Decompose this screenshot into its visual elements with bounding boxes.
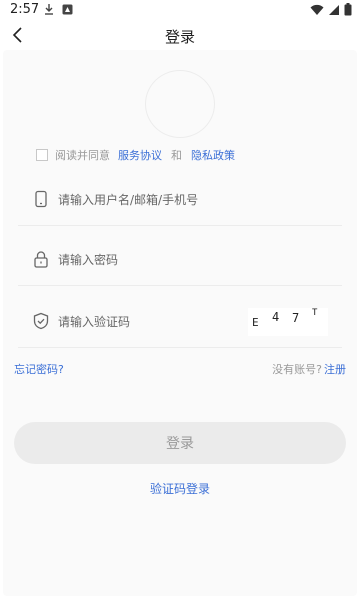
register-link[interactable]: 注册 bbox=[324, 363, 346, 376]
service-agreement-link[interactable]: 服务协议 bbox=[118, 147, 162, 163]
captcha-char: 4 bbox=[272, 310, 280, 324]
username-field bbox=[18, 174, 342, 226]
and-text: 和 bbox=[171, 149, 182, 162]
page-title: 登录 bbox=[164, 28, 195, 46]
status-time: 2:57 bbox=[10, 2, 40, 17]
login-form: 阅读并同意 服务协议 和 隐私政策 E 4 7 T bbox=[3, 50, 357, 596]
shield-check-icon bbox=[33, 312, 49, 330]
download-icon bbox=[45, 4, 53, 15]
no-account-text: 没有账号? bbox=[272, 363, 322, 376]
captcha-char: T bbox=[312, 308, 318, 318]
battery-icon bbox=[344, 3, 352, 16]
captcha-char: E bbox=[252, 316, 259, 329]
status-bar: 2:57 bbox=[0, 0, 360, 20]
privacy-policy-link[interactable]: 隐私政策 bbox=[191, 147, 235, 163]
captcha-image[interactable]: E 4 7 T bbox=[248, 308, 328, 336]
avatar bbox=[145, 70, 215, 138]
lock-icon bbox=[34, 251, 48, 268]
title-bar: 登录 bbox=[0, 20, 360, 50]
agree-checkbox[interactable] bbox=[36, 149, 48, 161]
captcha-field: E 4 7 T bbox=[18, 296, 342, 348]
password-input[interactable] bbox=[58, 248, 258, 272]
signal-icon bbox=[329, 4, 339, 15]
agree-text: 阅读并同意 bbox=[55, 149, 110, 162]
captcha-input[interactable] bbox=[58, 310, 258, 334]
status-icons-right bbox=[310, 3, 352, 16]
notification-app-icon bbox=[62, 4, 73, 14]
password-field bbox=[18, 234, 342, 286]
code-login-link[interactable]: 验证码登录 bbox=[0, 480, 360, 497]
username-input[interactable] bbox=[58, 188, 258, 212]
forgot-password-link[interactable]: 忘记密码? bbox=[14, 361, 64, 377]
wifi-icon bbox=[310, 4, 324, 15]
captcha-char: 7 bbox=[292, 311, 300, 325]
login-button[interactable]: 登录 bbox=[14, 422, 346, 464]
no-account-row: 没有账号? 注册 bbox=[272, 361, 346, 377]
status-icons-left bbox=[44, 3, 73, 15]
agreement-row: 阅读并同意 服务协议 和 隐私政策 bbox=[36, 148, 235, 162]
phone-icon bbox=[35, 190, 47, 208]
